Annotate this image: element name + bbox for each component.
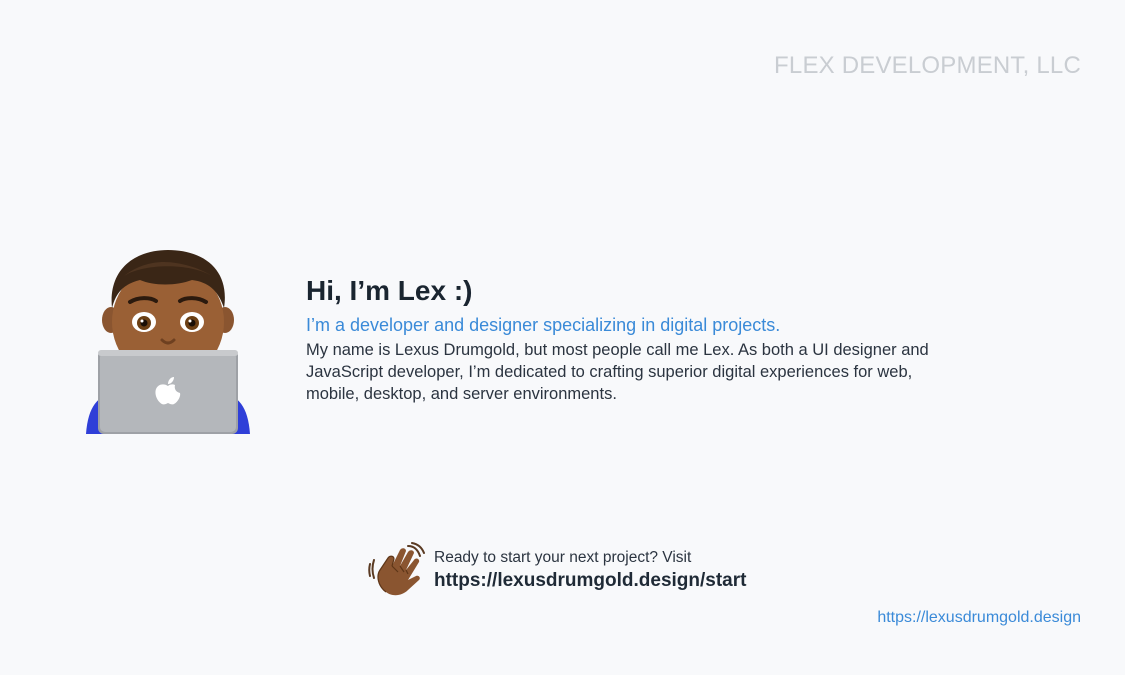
page-title: Hi, I’m Lex :) — [306, 275, 473, 306]
website-link[interactable]: https://lexusdrumgold.design — [877, 609, 1081, 627]
intro-section: Hi, I’m Lex :) I’m a developer and desig… — [306, 272, 946, 405]
call-to-action: Ready to start your next project? Visit … — [368, 542, 788, 600]
company-name: FLEX DEVELOPMENT, LLC — [774, 52, 1081, 79]
tagline: I’m a developer and designer specializin… — [306, 315, 781, 335]
waving-hand-icon — [368, 542, 428, 600]
cta-text: Ready to start your next project? Visit … — [434, 548, 746, 594]
man-technologist-icon — [84, 246, 252, 436]
bio-paragraph: My name is Lexus Drumgold, but most peop… — [306, 341, 929, 403]
cta-prompt: Ready to start your next project? Visit — [434, 549, 692, 566]
start-project-link[interactable]: https://lexusdrumgold.design/start — [434, 568, 746, 594]
